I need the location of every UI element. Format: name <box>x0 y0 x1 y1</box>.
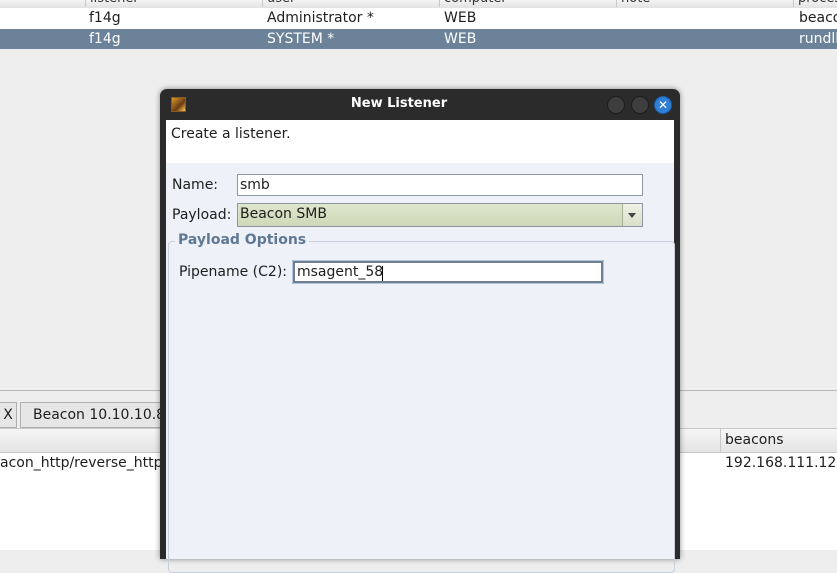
cell-payload: acon_http/reverse_http <box>0 455 163 471</box>
cell-process: rundll <box>799 31 837 47</box>
header-user[interactable]: user <box>262 0 437 7</box>
intro-text: Create a listener. <box>171 126 291 142</box>
close-icon: ✕ <box>657 98 669 112</box>
pipename-field[interactable]: msagent_58 <box>292 260 604 284</box>
dialog-body: Create a listener. Name: Payload: Beacon… <box>166 120 675 573</box>
column-separator <box>720 429 721 452</box>
cell-computer: WEB <box>444 31 477 47</box>
header-computer[interactable]: computer <box>439 0 614 7</box>
payload-options-title: Payload Options <box>175 232 310 248</box>
table-row[interactable]: f14g Administrator * WEB beacon <box>0 8 837 30</box>
header-note[interactable]: note <box>616 0 791 7</box>
name-field[interactable] <box>237 174 643 196</box>
header-beacons[interactable]: beacons <box>725 432 784 448</box>
close-button[interactable]: ✕ <box>654 96 672 114</box>
cell-user: SYSTEM * <box>267 31 335 47</box>
maximize-button[interactable] <box>631 96 649 114</box>
header-listener[interactable]: listener <box>85 0 260 7</box>
cell-computer: WEB <box>444 10 477 26</box>
payload-label: Payload: <box>172 207 232 223</box>
cell-process: beacon <box>799 10 837 26</box>
dialog-titlebar[interactable]: New Listener ✕ <box>160 89 680 120</box>
cell-listener: f14g <box>89 10 121 26</box>
cell-beacons: 192.168.111.12 <box>725 455 837 471</box>
payload-select[interactable]: Beacon SMB <box>237 203 643 227</box>
text-caret <box>382 266 383 281</box>
cell-listener: f14g <box>89 31 121 47</box>
name-label: Name: <box>172 177 219 193</box>
dialog-title: New Listener <box>350 96 448 111</box>
header-process[interactable]: process <box>793 0 837 7</box>
new-listener-dialog: New Listener ✕ Create a listener. Name: … <box>160 89 680 573</box>
pipename-value: msagent_58 <box>297 264 384 280</box>
intro-panel: Create a listener. <box>166 120 674 163</box>
payload-options-group: Payload Options Pipename (C2): msagent_5… <box>168 232 675 573</box>
chevron-down-icon[interactable] <box>622 204 642 226</box>
payload-selected-value: Beacon SMB <box>240 206 327 222</box>
close-tab-button[interactable]: X <box>0 402 17 428</box>
minimize-button[interactable] <box>607 96 625 114</box>
cell-user: Administrator * <box>267 10 374 26</box>
pipename-label: Pipename (C2): <box>179 264 288 280</box>
table-row-selected[interactable]: f14g SYSTEM * WEB rundll <box>0 29 837 49</box>
